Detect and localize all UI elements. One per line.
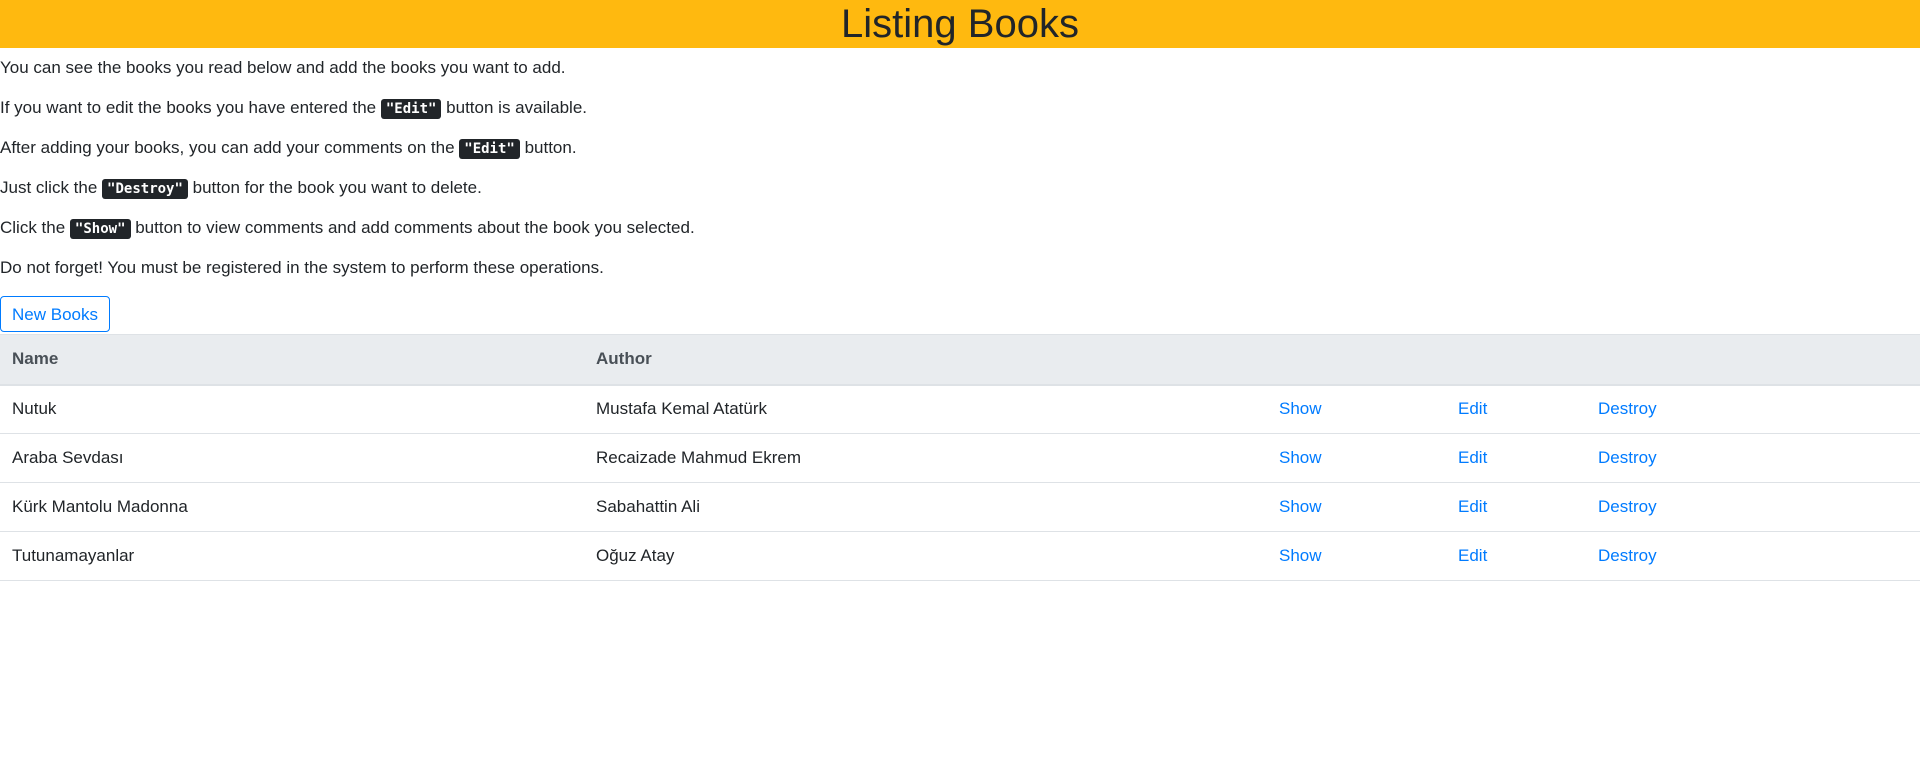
- table-row: Nutuk Mustafa Kemal Atatürk Show Edit De…: [0, 384, 1920, 434]
- destroy-cell: Destroy: [1586, 384, 1920, 434]
- book-author: Mustafa Kemal Atatürk: [584, 384, 1267, 434]
- edit-code-badge: "Edit": [380, 99, 442, 119]
- column-header-author: Author: [584, 334, 1267, 386]
- page-title: Listing Books: [841, 2, 1079, 46]
- intro-line-4-post: button for the book you want to delete.: [187, 178, 482, 197]
- intro-line-5-post: button to view comments and add comments…: [130, 218, 695, 237]
- edit-cell: Edit: [1446, 384, 1586, 434]
- intro-line-1: You can see the books you read below and…: [0, 57, 566, 79]
- table-header: Name Author: [0, 334, 1920, 386]
- edit-link[interactable]: Edit: [1458, 497, 1487, 516]
- edit-link[interactable]: Edit: [1458, 546, 1487, 565]
- book-name: Nutuk: [0, 384, 584, 434]
- show-cell: Show: [1267, 531, 1446, 581]
- intro-line-3-pre: After adding your books, you can add you…: [0, 138, 460, 157]
- intro-line-4: Just click the "Destroy" button for the …: [0, 177, 482, 200]
- table-body: Nutuk Mustafa Kemal Atatürk Show Edit De…: [0, 384, 1920, 581]
- destroy-link[interactable]: Destroy: [1598, 546, 1657, 565]
- column-header-show: [1267, 334, 1446, 386]
- show-link[interactable]: Show: [1279, 546, 1322, 565]
- edit-code-badge: "Edit": [459, 139, 520, 159]
- intro-line-2-pre: If you want to edit the books you have e…: [0, 98, 381, 117]
- column-header-name: Name: [0, 334, 584, 386]
- intro-line-3-post: button.: [519, 138, 577, 157]
- show-link[interactable]: Show: [1279, 497, 1322, 516]
- intro-line-4-pre: Just click the: [0, 178, 103, 197]
- book-name: Kürk Mantolu Madonna: [0, 482, 584, 532]
- page-header: Listing Books: [0, 0, 1920, 48]
- show-code-badge: "Show": [69, 219, 131, 239]
- book-author: Recaizade Mahmud Ekrem: [584, 433, 1267, 483]
- intro-line-1-text: You can see the books you read below and…: [0, 58, 566, 77]
- show-cell: Show: [1267, 433, 1446, 483]
- intro-line-6-text: Do not forget! You must be registered in…: [0, 258, 604, 277]
- intro-line-2: If you want to edit the books you have e…: [0, 97, 587, 120]
- destroy-link[interactable]: Destroy: [1598, 399, 1657, 418]
- table-row: Kürk Mantolu Madonna Sabahattin Ali Show…: [0, 482, 1920, 532]
- new-books-button[interactable]: New Books: [0, 296, 110, 332]
- destroy-cell: Destroy: [1586, 531, 1920, 581]
- destroy-link[interactable]: Destroy: [1598, 497, 1657, 516]
- edit-cell: Edit: [1446, 482, 1586, 532]
- books-table: Name Author Nutuk Mustafa Kemal Atatürk …: [0, 334, 1920, 581]
- intro-line-3: After adding your books, you can add you…: [0, 137, 577, 160]
- destroy-cell: Destroy: [1586, 482, 1920, 532]
- destroy-cell: Destroy: [1586, 433, 1920, 483]
- destroy-link[interactable]: Destroy: [1598, 448, 1657, 467]
- book-name: Tutunamayanlar: [0, 531, 584, 581]
- intro-line-5-pre: Click the: [0, 218, 70, 237]
- intro-line-2-post: button is available.: [441, 98, 587, 117]
- edit-link[interactable]: Edit: [1458, 399, 1487, 418]
- column-header-edit: [1446, 334, 1586, 386]
- table-row: Tutunamayanlar Oğuz Atay Show Edit Destr…: [0, 531, 1920, 581]
- destroy-code-badge: "Destroy": [102, 179, 188, 199]
- show-link[interactable]: Show: [1279, 399, 1322, 418]
- table-row: Araba Sevdası Recaizade Mahmud Ekrem Sho…: [0, 433, 1920, 483]
- intro-line-5: Click the "Show" button to view comments…: [0, 217, 695, 240]
- book-name: Araba Sevdası: [0, 433, 584, 483]
- edit-cell: Edit: [1446, 531, 1586, 581]
- edit-link[interactable]: Edit: [1458, 448, 1487, 467]
- column-header-destroy: [1586, 334, 1920, 386]
- book-author: Oğuz Atay: [584, 531, 1267, 581]
- book-author: Sabahattin Ali: [584, 482, 1267, 532]
- show-link[interactable]: Show: [1279, 448, 1322, 467]
- intro-line-6: Do not forget! You must be registered in…: [0, 257, 604, 279]
- show-cell: Show: [1267, 384, 1446, 434]
- table-header-row: Name Author: [0, 334, 1920, 386]
- show-cell: Show: [1267, 482, 1446, 532]
- edit-cell: Edit: [1446, 433, 1586, 483]
